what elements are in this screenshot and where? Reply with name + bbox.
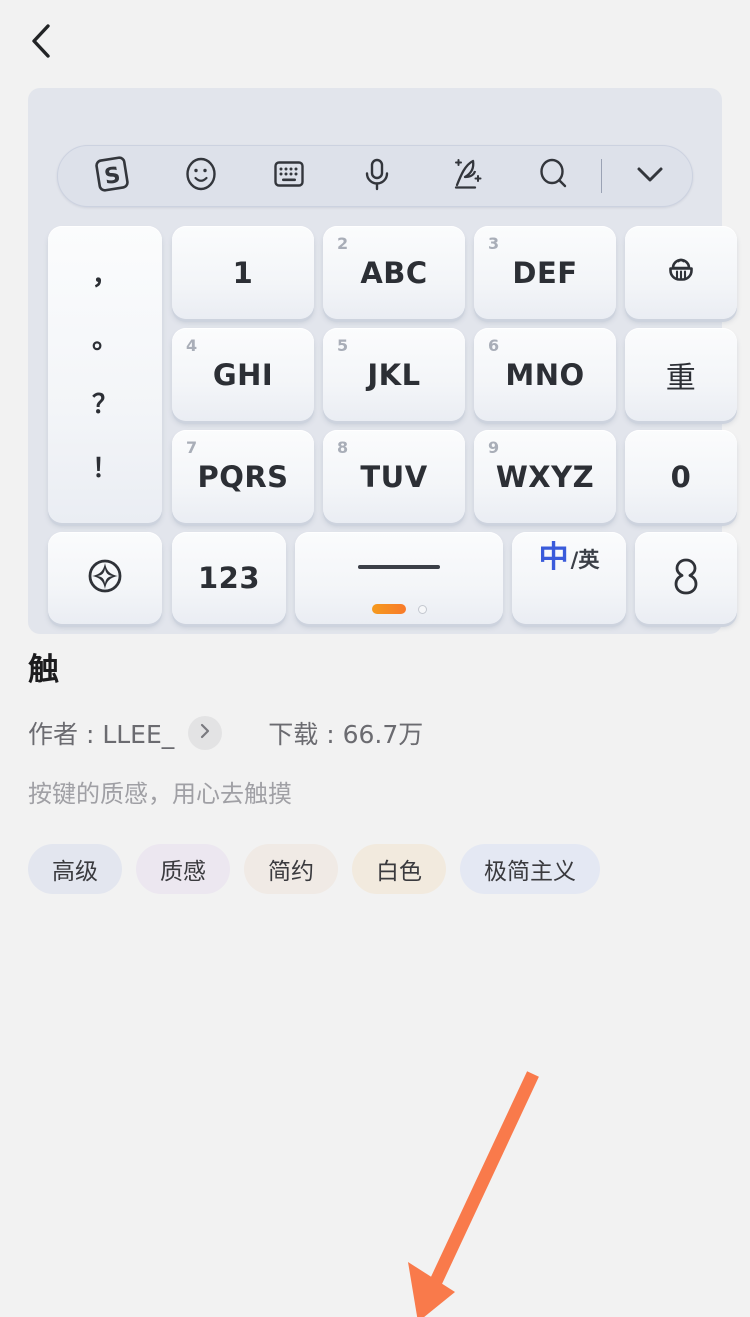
keyboard-preview-panel: S ， 。 ？ ！ 1 2 ABC 3 DEF 4 GHI 5 JKL 6 MN… — [28, 88, 737, 634]
key-6-sup: 6 — [488, 336, 500, 355]
keyboard-switch-icon — [268, 153, 310, 200]
key-8-sup: 8 — [337, 438, 349, 457]
top-bar — [0, 0, 750, 88]
key-delete[interactable] — [625, 226, 737, 319]
key-2-sup: 2 — [337, 234, 349, 253]
key-4-label: GHI — [212, 357, 274, 392]
key-5-sup: 5 — [337, 336, 349, 355]
key-9-label: WXYZ — [495, 459, 595, 494]
key-5-label: JKL — [367, 357, 421, 392]
emoji-face-icon — [180, 153, 222, 200]
delete-backspace-icon — [659, 248, 703, 297]
key-enter[interactable] — [635, 532, 737, 624]
key-2-abc[interactable]: 2 ABC — [323, 226, 465, 319]
theme-info-section: 触 作者 : LLEE_ 下载 : 66.7万 按键的质感，用心去触摸 高级 质… — [28, 652, 722, 895]
tag-chip-1[interactable]: 质感 — [136, 844, 230, 895]
key-7-pqrs[interactable]: 7 PQRS — [172, 430, 314, 523]
key-repeat-label: 重 — [665, 360, 697, 396]
page-indicator-active — [371, 604, 406, 614]
key-numeric-label: 123 — [197, 561, 261, 595]
tag-chip-2[interactable]: 简约 — [244, 844, 338, 895]
punct-mark-exclaim: ！ — [91, 453, 118, 484]
key-5-jkl[interactable]: 5 JKL — [323, 328, 465, 421]
key-1-label: 1 — [232, 255, 254, 290]
key-9-wxyz[interactable]: 9 WXYZ — [474, 430, 616, 523]
search-icon — [533, 153, 575, 200]
author-label: 作者 : LLEE_ — [28, 720, 175, 750]
emoji-button[interactable] — [156, 146, 244, 206]
key-language-en-label: /英 — [570, 548, 600, 572]
handwriting-pen-icon — [445, 153, 487, 200]
toolbar-divider — [600, 159, 602, 193]
voice-input-button[interactable] — [333, 146, 421, 206]
sogou-logo-button[interactable]: S — [68, 146, 156, 206]
space-bar-dash — [358, 565, 440, 569]
diamond-in-circle-icon — [82, 553, 128, 604]
tag-chip-3[interactable]: 白色 — [352, 844, 446, 895]
toolbar-icon-group: S — [58, 146, 599, 206]
handwriting-button[interactable] — [422, 146, 510, 206]
chevron-left-icon — [27, 21, 55, 61]
key-0-label: 0 — [670, 459, 692, 494]
search-button[interactable] — [510, 146, 598, 206]
back-button[interactable] — [14, 14, 68, 68]
key-3-sup: 3 — [488, 234, 500, 253]
keyboard-toolbar: S — [57, 145, 693, 207]
sogou-logo-icon: S — [91, 153, 133, 200]
key-settings[interactable] — [48, 532, 162, 624]
chevron-down-icon — [631, 161, 669, 192]
svg-text:S: S — [103, 162, 123, 189]
punct-mark-question: ？ — [91, 389, 118, 420]
key-3-def[interactable]: 3 DEF — [474, 226, 616, 319]
downloads-label: 下载 : 66.7万 — [268, 720, 424, 750]
collapse-keyboard-button[interactable] — [608, 146, 692, 206]
punct-mark-period: 。 — [91, 325, 118, 356]
tag-chip-0[interactable]: 高级 — [28, 844, 122, 895]
key-3-label: DEF — [512, 255, 578, 290]
chevron-right-icon — [196, 721, 214, 746]
theme-meta-row: 作者 : LLEE_ 下载 : 66.7万 — [28, 715, 722, 751]
page-indicator-inactive — [417, 604, 427, 614]
key-7-label: PQRS — [197, 459, 289, 494]
key-space[interactable] — [295, 532, 503, 624]
key-0[interactable]: 0 — [625, 430, 737, 523]
microphone-icon — [356, 153, 398, 200]
tag-chip-4[interactable]: 极简主义 — [460, 844, 600, 895]
tag-list: 高级 质感 简约 白色 极简主义 — [28, 844, 722, 895]
key-1[interactable]: 1 — [172, 226, 314, 319]
key-repeat[interactable]: 重 — [625, 328, 737, 421]
key-grid: ， 。 ？ ！ 1 2 ABC 3 DEF 4 GHI 5 JKL 6 MNO … — [36, 226, 737, 624]
key-8-label: TUV — [360, 459, 428, 494]
key-2-label: ABC — [360, 255, 428, 290]
key-language-cn-label: 中 — [538, 540, 569, 575]
page-indicator — [295, 604, 503, 614]
keyboard-switch-button[interactable] — [245, 146, 333, 206]
key-6-label: MNO — [505, 357, 585, 392]
key-9-sup: 9 — [488, 438, 500, 457]
key-4-sup: 4 — [186, 336, 198, 355]
key-language-toggle[interactable]: 中 /英 — [512, 532, 626, 624]
key-numeric-symbols[interactable]: 123 — [172, 532, 286, 624]
key-8-tuv[interactable]: 8 TUV — [323, 430, 465, 523]
enter-return-icon — [664, 552, 708, 605]
page-title: 触 — [28, 652, 59, 688]
key-4-ghi[interactable]: 4 GHI — [172, 328, 314, 421]
theme-description: 按键的质感，用心去触摸 — [28, 780, 292, 809]
key-7-sup: 7 — [186, 438, 198, 457]
pointer-arrow — [408, 1071, 539, 1317]
punctuation-key[interactable]: ， 。 ？ ！ — [48, 226, 162, 523]
punct-mark-comma: ， — [91, 261, 118, 292]
key-6-mno[interactable]: 6 MNO — [474, 328, 616, 421]
author-detail-button[interactable] — [188, 716, 223, 751]
